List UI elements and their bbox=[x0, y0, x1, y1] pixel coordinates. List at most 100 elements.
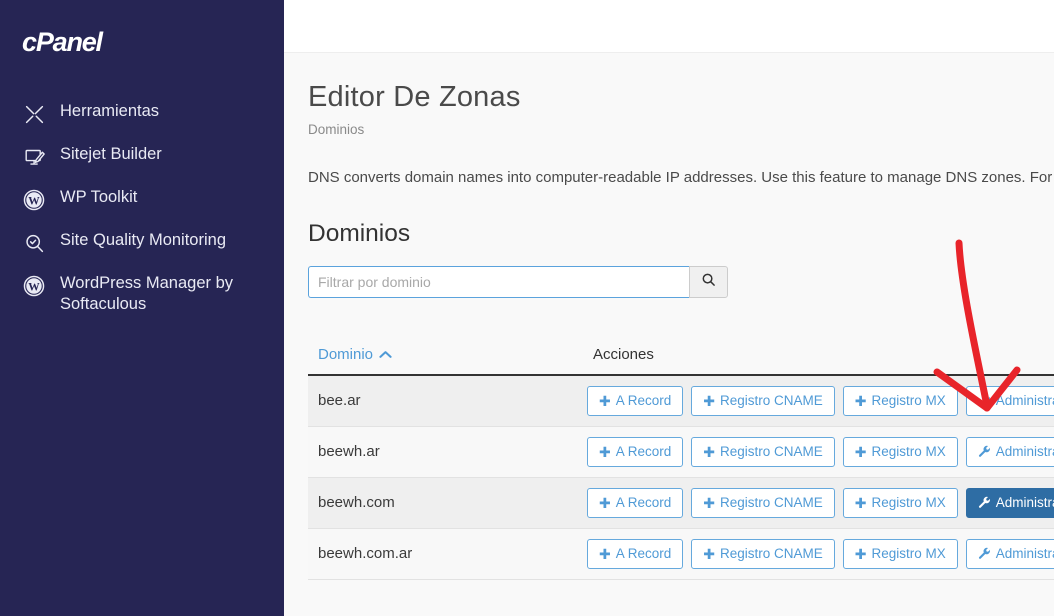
table-head: Dominio Acciones bbox=[308, 346, 1054, 376]
button-label: Registro MX bbox=[871, 393, 946, 409]
button-label: A Record bbox=[615, 444, 672, 459]
add-cname-record-button[interactable]: ✚ Registro CNAME bbox=[691, 385, 835, 416]
sidebar-item-herramientas[interactable]: Herramientas bbox=[0, 92, 284, 135]
sidebar-item-wordpress-manager-by-softaculous[interactable]: W WordPress Manager by Softaculous bbox=[0, 264, 284, 323]
plus-icon: ✚ bbox=[703, 392, 715, 409]
add-mx-record-button[interactable]: ✚ Registro MX bbox=[842, 436, 958, 467]
wrench-icon bbox=[978, 547, 991, 560]
sidebar-item-label: Herramientas bbox=[60, 102, 160, 120]
search-icon bbox=[701, 272, 716, 292]
row-actions-cell: ✚ A Record ✚ Registro CNAME ✚ Registro M… bbox=[583, 375, 1054, 426]
breadcrumb: Dominios bbox=[308, 122, 365, 137]
add-cname-record-button[interactable]: ✚ Registro CNAME bbox=[691, 487, 835, 518]
action-button-group: ✚ A Record ✚ Registro CNAME ✚ Registro M… bbox=[587, 487, 1054, 518]
monitor-pen-icon bbox=[22, 145, 46, 169]
chevron-up-icon bbox=[379, 346, 392, 363]
plus-icon: ✚ bbox=[703, 443, 715, 460]
column-header-domain: Dominio bbox=[308, 346, 583, 376]
svg-text:cPanel: cPanel bbox=[22, 27, 104, 57]
add-a-record-button[interactable]: ✚ A Record bbox=[587, 487, 684, 518]
manage-button[interactable]: Administrar bbox=[965, 436, 1054, 467]
domain-filter-search-button[interactable] bbox=[689, 266, 728, 298]
plus-icon: ✚ bbox=[599, 392, 611, 409]
add-a-record-button[interactable]: ✚ A Record bbox=[587, 436, 684, 467]
action-button-group: ✚ A Record ✚ Registro CNAME ✚ Registro M… bbox=[587, 385, 1054, 416]
add-a-record-button[interactable]: ✚ A Record bbox=[587, 538, 684, 569]
table-header-row: Dominio Acciones bbox=[308, 346, 1054, 376]
row-actions-cell: ✚ A Record ✚ Registro CNAME ✚ Registro M… bbox=[583, 528, 1054, 579]
manage-button[interactable]: Administrar bbox=[965, 385, 1054, 416]
button-label: Administrar bbox=[995, 393, 1054, 409]
domain-filter-input[interactable] bbox=[308, 266, 689, 298]
wrench-icon bbox=[978, 496, 991, 509]
table-row: bee.ar ✚ A Record ✚ Registro CNAME ✚ Reg… bbox=[308, 375, 1054, 426]
main-content: Editor De Zonas Dominios DNS converts do… bbox=[284, 0, 1054, 616]
button-label: Registro MX bbox=[871, 546, 946, 561]
svg-text:W: W bbox=[28, 282, 40, 294]
add-cname-record-button[interactable]: ✚ Registro CNAME bbox=[691, 538, 835, 569]
add-cname-record-button[interactable]: ✚ Registro CNAME bbox=[691, 436, 835, 467]
plus-icon: ✚ bbox=[854, 494, 867, 511]
sidebar-item-label: Site Quality Monitoring bbox=[60, 231, 226, 249]
table-row: beewh.com ✚ A Record ✚ Registro CNAME ✚ … bbox=[308, 477, 1054, 528]
button-label: A Record bbox=[615, 393, 672, 409]
table-row: beewh.com.ar ✚ A Record ✚ Registro CNAME… bbox=[308, 528, 1054, 579]
domain-name-cell: beewh.ar bbox=[318, 443, 380, 460]
top-bar bbox=[284, 0, 1054, 53]
table-body: bee.ar ✚ A Record ✚ Registro CNAME ✚ Reg… bbox=[308, 375, 1054, 579]
plus-icon: ✚ bbox=[854, 443, 867, 460]
sidebar-item-sitejet-builder[interactable]: Sitejet Builder bbox=[0, 135, 284, 178]
sidebar-item-label: Sitejet Builder bbox=[60, 145, 162, 163]
sidebar: cPanel Herramientas Sitejet Builder W WP… bbox=[0, 0, 284, 616]
sidebar-item-label: WP Toolkit bbox=[60, 188, 138, 206]
plus-icon: ✚ bbox=[599, 443, 611, 460]
add-a-record-button[interactable]: ✚ A Record bbox=[587, 385, 684, 416]
button-label: Registro CNAME bbox=[720, 444, 823, 459]
button-label: A Record bbox=[615, 546, 672, 561]
sidebar-item-wp-toolkit[interactable]: W WP Toolkit bbox=[0, 178, 284, 221]
wordpress-icon: W bbox=[22, 274, 46, 298]
button-label: Registro CNAME bbox=[720, 546, 823, 561]
cpanel-logo[interactable]: cPanel bbox=[0, 18, 284, 78]
button-label: Registro MX bbox=[871, 495, 946, 510]
magnifier-check-icon bbox=[22, 231, 46, 255]
row-actions-cell: ✚ A Record ✚ Registro CNAME ✚ Registro M… bbox=[583, 477, 1054, 528]
wrench-icon bbox=[978, 445, 991, 458]
add-mx-record-button[interactable]: ✚ Registro MX bbox=[842, 538, 958, 569]
manage-button[interactable]: Administrar bbox=[965, 538, 1054, 569]
plus-icon: ✚ bbox=[854, 545, 867, 562]
manage-button[interactable]: Administrar bbox=[965, 487, 1054, 518]
svg-text:W: W bbox=[28, 196, 40, 208]
domains-table-wrapper: Dominio Acciones bee.ar ✚ A Record ✚ Reg… bbox=[308, 346, 1054, 580]
sidebar-item-label: WordPress Manager by Softaculous bbox=[60, 274, 234, 313]
domain-name-cell: beewh.com.ar bbox=[318, 545, 413, 562]
button-label: Registro MX bbox=[871, 444, 946, 459]
add-mx-record-button[interactable]: ✚ Registro MX bbox=[842, 487, 958, 518]
table-row: beewh.ar ✚ A Record ✚ Registro CNAME ✚ R… bbox=[308, 426, 1054, 477]
domain-name-cell: beewh.com bbox=[318, 494, 395, 511]
plus-icon: ✚ bbox=[599, 545, 611, 562]
plus-icon: ✚ bbox=[854, 392, 867, 409]
sort-domain-link[interactable]: Dominio bbox=[318, 346, 392, 363]
section-title: Dominios bbox=[308, 220, 411, 247]
column-header-domain-label: Dominio bbox=[318, 346, 374, 363]
button-label: Administrar bbox=[995, 546, 1054, 561]
button-label: Administrar bbox=[995, 495, 1054, 510]
action-button-group: ✚ A Record ✚ Registro CNAME ✚ Registro M… bbox=[587, 538, 1054, 569]
tools-icon bbox=[22, 102, 46, 126]
sidebar-item-site-quality-monitoring[interactable]: Site Quality Monitoring bbox=[0, 221, 284, 264]
domain-name-cell: bee.ar bbox=[318, 392, 361, 410]
column-header-actions: Acciones bbox=[583, 346, 1054, 376]
add-mx-record-button[interactable]: ✚ Registro MX bbox=[842, 385, 958, 416]
wrench-icon bbox=[978, 394, 991, 407]
domain-filter bbox=[308, 266, 728, 298]
plus-icon: ✚ bbox=[703, 494, 715, 511]
domains-table: Dominio Acciones bee.ar ✚ A Record ✚ Reg… bbox=[308, 346, 1054, 580]
page-title: Editor De Zonas bbox=[308, 81, 521, 113]
sidebar-nav: Herramientas Sitejet Builder W WP Toolki… bbox=[0, 92, 284, 323]
button-label: Administrar bbox=[995, 444, 1054, 459]
button-label: Registro CNAME bbox=[720, 495, 823, 510]
button-label: Registro CNAME bbox=[720, 393, 823, 409]
plus-icon: ✚ bbox=[599, 494, 611, 511]
page-description: DNS converts domain names into computer-… bbox=[308, 169, 1054, 186]
